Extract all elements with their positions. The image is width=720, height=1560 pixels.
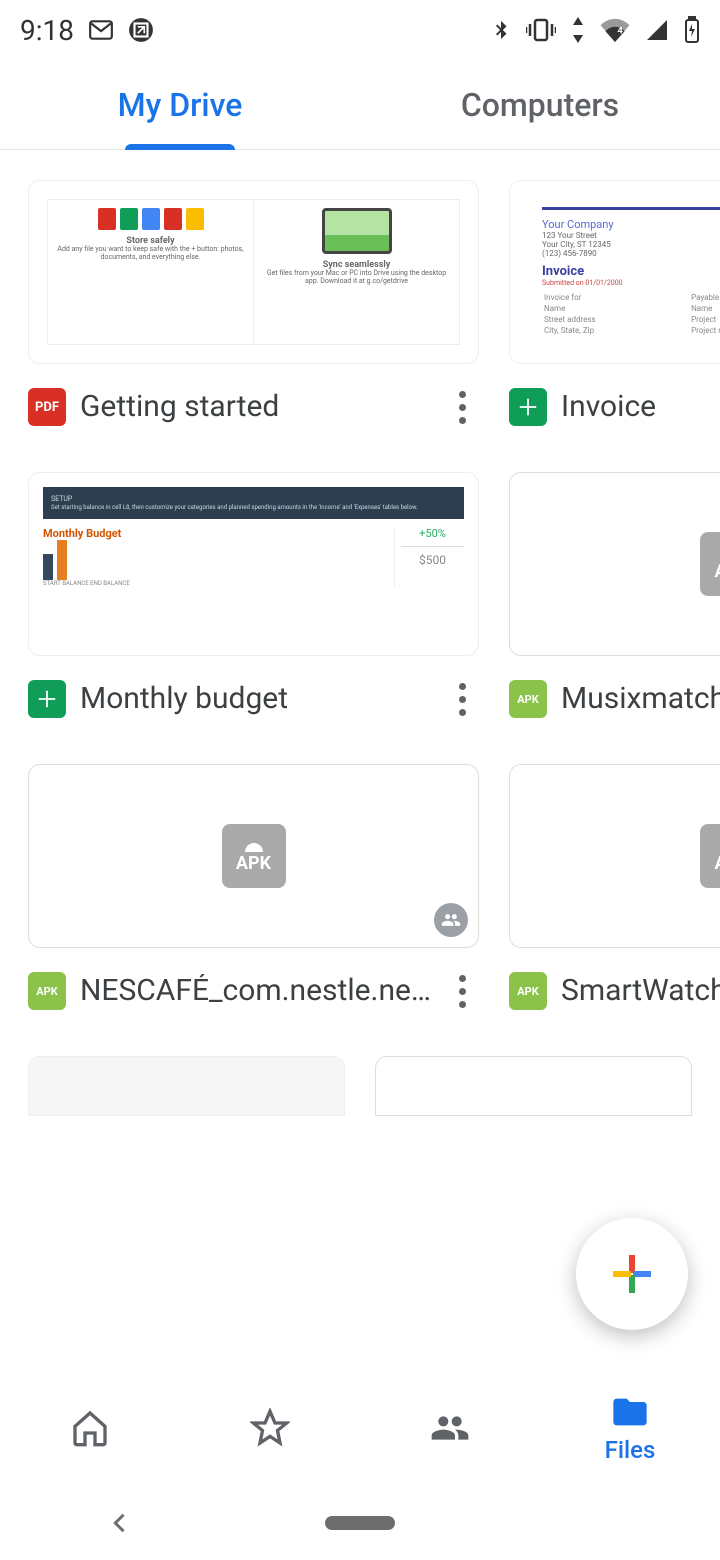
bluetooth-icon: [490, 16, 512, 44]
tab-my-drive[interactable]: My Drive: [0, 60, 360, 149]
battery-charging-icon: [684, 16, 700, 44]
nav-home[interactable]: [0, 1370, 180, 1485]
apk-thumb-icon: APK: [700, 532, 720, 596]
apk-thumb-icon: APK: [222, 824, 286, 888]
more-button[interactable]: [445, 382, 479, 432]
file-name: NESCAFÉ_com.nestle.ne…: [80, 974, 431, 1009]
file-card[interactable]: Your Company 123 Your Street Your City, …: [509, 180, 720, 432]
pdf-icon: PDF: [28, 388, 66, 426]
preview-text: Your City, ST 12345: [542, 240, 720, 249]
wifi-icon: 4: [600, 18, 630, 42]
nav-starred[interactable]: [180, 1370, 360, 1485]
file-thumbnail: Your Company 123 Your Street Your City, …: [509, 180, 720, 364]
file-card-partial[interactable]: [28, 1056, 345, 1116]
gmail-icon: [88, 17, 114, 43]
file-card[interactable]: Store safely Add any file you want to ke…: [28, 180, 479, 432]
file-card[interactable]: APK APK NESCAFÉ_com.nestle.ne…: [28, 764, 479, 1016]
back-button[interactable]: [1, 1509, 239, 1537]
tab-label: Computers: [461, 86, 619, 124]
plus-icon: [609, 1251, 655, 1297]
data-icon: [570, 17, 586, 43]
file-thumbnail: APK: [509, 764, 720, 948]
sheets-icon: [28, 680, 66, 718]
file-thumbnail: APK: [509, 472, 720, 656]
file-name: Musixmatch_com.musix…: [561, 682, 720, 717]
tab-label: My Drive: [118, 86, 243, 124]
file-thumbnail: [28, 1056, 345, 1116]
file-name: Getting started: [80, 390, 431, 425]
screenshot-icon: [128, 17, 154, 43]
file-name: Monthly budget: [80, 682, 431, 717]
apk-thumb-icon: APK: [700, 824, 720, 888]
preview-text: (123) 456-7890: [542, 249, 720, 258]
sheets-icon: [509, 388, 547, 426]
nav-files[interactable]: Files: [540, 1370, 720, 1485]
file-card[interactable]: APK APK Musixmatch_com.musix…: [509, 472, 720, 724]
preview-text: +50%: [401, 527, 464, 540]
vibrate-icon: [526, 18, 556, 42]
file-name: Invoice: [561, 390, 720, 425]
file-thumbnail: APK: [28, 764, 479, 948]
preview-text: 123 Your Street: [542, 231, 720, 240]
preview-text: Submitted on 01/01/2000: [542, 279, 720, 287]
tab-computers[interactable]: Computers: [360, 60, 720, 149]
apk-icon: APK: [509, 972, 547, 1010]
people-icon: [430, 1408, 470, 1448]
file-card[interactable]: SETUPSet starting balance in cell L8, th…: [28, 472, 479, 724]
file-name: SmartWatch_com.rwatch.: [561, 974, 720, 1009]
preview-text: Monthly Budget: [43, 527, 386, 540]
folder-icon: [610, 1392, 650, 1432]
preview-text: Get files from your Mac or PC into Drive…: [262, 270, 451, 285]
status-time: 9:18: [20, 14, 74, 47]
home-icon: [70, 1408, 110, 1448]
preview-text: Add any file you want to keep safe with …: [56, 246, 245, 261]
file-card-partial[interactable]: [375, 1056, 692, 1116]
preview-text: START BALANCE END BALANCE: [43, 580, 386, 587]
apk-icon: APK: [28, 972, 66, 1010]
fab-add-button[interactable]: [576, 1218, 688, 1330]
nav-label: Files: [605, 1436, 656, 1464]
file-card[interactable]: APK APK SmartWatch_com.rwatch.: [509, 764, 720, 1016]
star-icon: [250, 1408, 290, 1448]
file-thumbnail: Store safely Add any file you want to ke…: [28, 180, 479, 364]
signal-icon: [644, 18, 670, 42]
nav-shared[interactable]: [360, 1370, 540, 1485]
more-button[interactable]: [445, 674, 479, 724]
bottom-nav: Files: [0, 1370, 720, 1485]
apk-icon: APK: [509, 680, 547, 718]
more-button[interactable]: [445, 966, 479, 1016]
preview-text: $500: [401, 553, 464, 567]
top-tabs: My Drive Computers: [0, 60, 720, 150]
preview-text: Invoice: [542, 264, 720, 279]
status-bar: 9:18 4: [0, 0, 720, 60]
system-nav: [0, 1485, 720, 1560]
file-thumbnail: SETUPSet starting balance in cell L8, th…: [28, 472, 479, 656]
file-grid-container: Store safely Add any file you want to ke…: [0, 150, 720, 1370]
shared-icon: [434, 903, 468, 937]
svg-text:4: 4: [617, 26, 623, 37]
home-pill[interactable]: [241, 1516, 479, 1530]
preview-text: Your Company: [542, 218, 720, 231]
file-thumbnail: [375, 1056, 692, 1116]
